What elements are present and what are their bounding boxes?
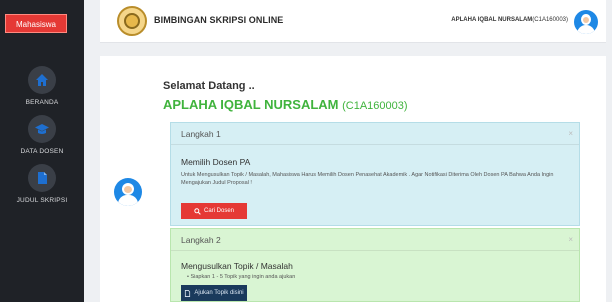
search-icon	[194, 207, 201, 215]
step-1-header: Langkah 1 ×	[171, 123, 579, 145]
sidebar-item-label: BERANDA	[25, 99, 59, 106]
welcome-heading: Selamat Datang ..	[163, 80, 255, 92]
top-header: BIMBINGAN SKRIPSI ONLINE APLAHA IQBAL NU…	[100, 0, 606, 43]
submit-topic-button[interactable]: Ajukan Topik disini	[181, 285, 247, 301]
sidebar-item-judul-skripsi[interactable]: JUDUL SKRIPSI	[0, 164, 84, 204]
user-id: (C1A160003)	[532, 17, 568, 23]
role-badge[interactable]: Mahasiswa	[5, 14, 67, 33]
main-panel: Selamat Datang .. APLAHA IQBAL NURSALAM …	[100, 56, 606, 302]
document-icon	[28, 164, 56, 192]
step-2-bullet: • Siapkan 1 - 5 Topik yang ingin anda aj…	[187, 273, 587, 281]
step-1-header-text: Langkah 1	[181, 129, 221, 139]
step-1-title: Memilih Dosen PA	[181, 157, 251, 167]
student-avatar	[114, 178, 142, 206]
student-id: (C1A160003)	[342, 100, 408, 112]
sidebar: Mahasiswa BERANDA DATA DOSEN JUDUL SKRIP…	[0, 0, 84, 302]
university-logo	[117, 6, 147, 36]
user-label[interactable]: APLAHA IQBAL NURSALAM(C1A160003)	[451, 17, 568, 23]
sidebar-item-data-dosen[interactable]: DATA DOSEN	[0, 115, 84, 155]
step-2-header: Langkah 2 ×	[171, 229, 579, 251]
step-2-bullet-text: Siapkan 1 - 5 Topik yang ingin anda ajuk…	[190, 274, 296, 280]
sidebar-item-label: JUDUL SKRIPSI	[16, 197, 68, 204]
student-name: APLAHA IQBAL NURSALAM (C1A160003)	[163, 97, 408, 112]
graduation-cap-icon	[28, 115, 56, 143]
search-lecturer-button[interactable]: Cari Dosen	[181, 203, 247, 219]
app-title: BIMBINGAN SKRIPSI ONLINE	[154, 15, 284, 25]
step-2-header-text: Langkah 2	[181, 235, 221, 245]
button-label: Ajukan Topik disini	[194, 290, 244, 296]
avatar[interactable]	[574, 10, 598, 34]
sidebar-item-label: DATA DOSEN	[20, 148, 64, 155]
sidebar-item-beranda[interactable]: BERANDA	[0, 66, 84, 106]
button-label: Cari Dosen	[203, 208, 234, 214]
document-icon	[185, 289, 191, 297]
home-icon	[28, 66, 56, 94]
close-icon[interactable]: ×	[568, 123, 573, 145]
step-2-card: Langkah 2 × Mengusulkan Topik / Masalah …	[170, 228, 580, 302]
close-icon[interactable]: ×	[568, 229, 573, 251]
student-name-text: APLAHA IQBAL NURSALAM	[163, 97, 339, 112]
user-name: APLAHA IQBAL NURSALAM	[451, 17, 533, 23]
step-1-card: Langkah 1 × Memilih Dosen PA Untuk Mengu…	[170, 122, 580, 226]
step-1-description: Untuk Mengusulkan Topik / Masalah, Mahas…	[181, 172, 554, 186]
step-2-title: Mengusulkan Topik / Masalah	[181, 261, 293, 271]
